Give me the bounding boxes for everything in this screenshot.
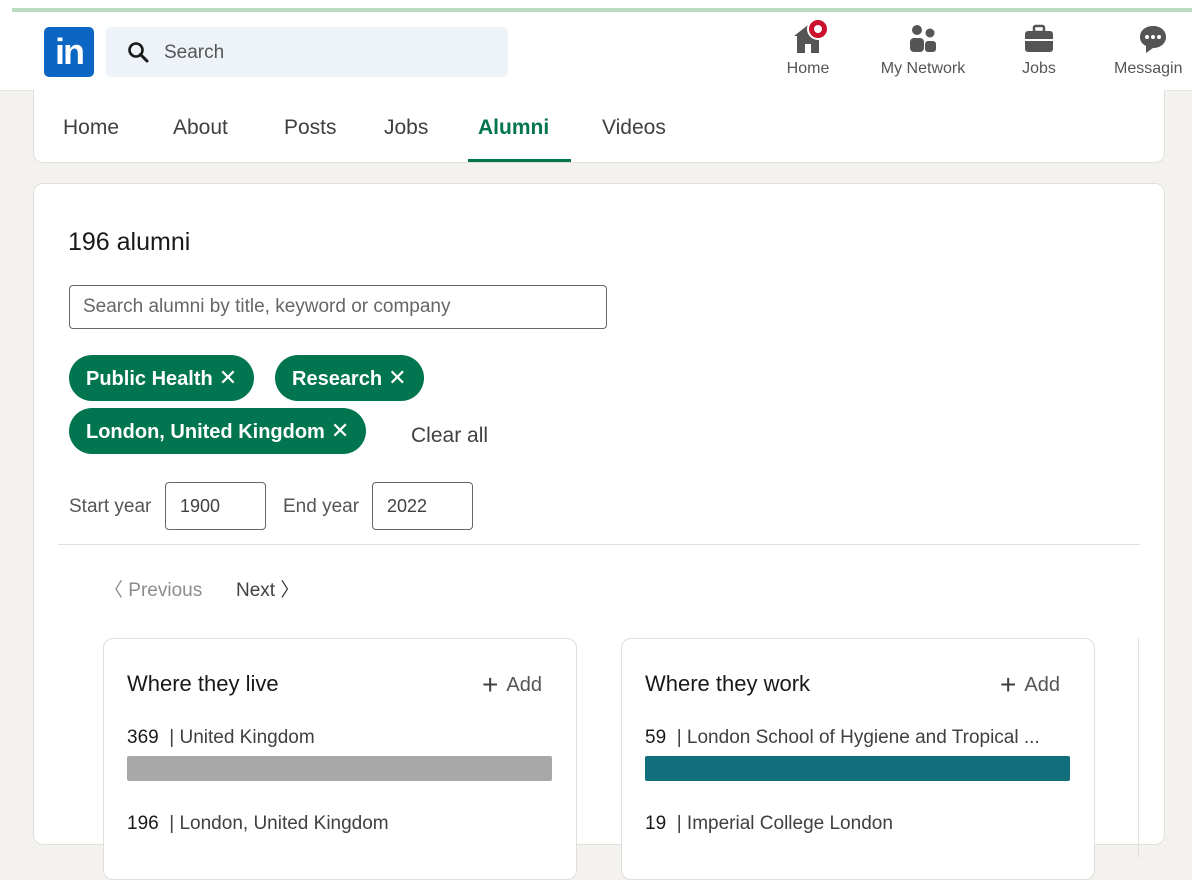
tab-home[interactable]: Home [63,90,119,162]
nav-label-my-network: My Network [880,60,966,77]
add-label: Add [1024,674,1060,696]
chevron-right-icon: 〉 [280,580,300,601]
add-insight-button[interactable]: + Add [482,669,542,701]
briefcase-icon [1022,22,1056,56]
start-year-input[interactable] [165,482,266,530]
add-insight-button[interactable]: + Add [1000,669,1060,701]
insight-bar[interactable] [645,756,1070,781]
previous-button[interactable]: 〈 Previous [104,575,202,602]
nav-label-home: Home [786,60,830,77]
close-icon[interactable]: ✕ [331,418,349,443]
row-label: London School of Hygiene and Tropical ..… [686,727,1040,748]
nav-item-my-network[interactable]: My Network [874,22,972,86]
tab-posts[interactable]: Posts [284,90,337,162]
insight-bar[interactable] [127,756,552,781]
plus-icon: + [482,669,499,700]
close-icon[interactable]: ✕ [219,365,237,390]
global-nav: in Search Home My Network Jobs Messagin [0,14,1192,91]
insight-row[interactable]: 19 | Imperial College London [645,813,893,835]
network-icon [906,22,940,56]
notification-badge [807,18,829,40]
linkedin-logo[interactable]: in [44,27,94,77]
page-tabs: Home About Posts Jobs Alumni Videos [33,90,1165,163]
filter-chip-label: London, United Kingdom [86,421,325,443]
tab-about[interactable]: About [173,90,228,162]
messaging-icon [1136,22,1170,56]
chevron-left-icon: 〈 [104,580,124,601]
insight-card-where-they-work: Where they work + Add 59 | London School … [621,638,1095,880]
insight-title: Where they live [127,671,279,696]
next-label: Next [236,580,276,601]
start-year-label: Start year [69,496,152,517]
alumni-count: 196 alumni [68,228,191,256]
row-label: United Kingdom [179,727,315,748]
carousel-edge [1138,638,1139,858]
filter-chip-label: Research [292,368,383,390]
nav-item-messaging[interactable]: Messagin [1112,22,1192,86]
nav-item-jobs[interactable]: Jobs [1014,22,1064,86]
close-icon[interactable]: ✕ [388,365,406,390]
filter-chip-public-health[interactable]: Public Health ✕ [69,355,255,401]
insight-card-where-they-live: Where they live + Add 369 | United Kingdo… [103,638,577,880]
tab-alumni[interactable]: Alumni [467,90,572,162]
nav-label-messaging: Messagin [1114,60,1183,77]
filter-chip-label: Public Health [86,368,213,390]
previous-label: Previous [128,580,203,601]
clear-all-button[interactable]: Clear all [411,424,488,448]
divider [58,544,1140,545]
row-count: 59 [645,727,667,748]
global-search-placeholder: Search [164,42,225,63]
end-year-label: End year [283,496,360,517]
filter-chip-london[interactable]: London, United Kingdom ✕ [69,408,367,454]
insight-row[interactable]: 59 | London School of Hygiene and Tropic… [645,727,1040,749]
insight-title: Where they work [645,671,811,696]
alumni-search-input[interactable] [69,285,607,329]
alumni-card: 196 alumni Public Health✕ Research✕ Lond… [33,183,1165,880]
tab-jobs[interactable]: Jobs [384,90,428,162]
home-icon [791,18,829,56]
nav-item-home[interactable]: Home [780,18,836,86]
search-icon [128,42,149,63]
plus-icon: + [1000,669,1017,700]
next-button[interactable]: Next 〉 [236,575,299,602]
tab-videos[interactable]: Videos [602,90,666,162]
top-accent-line [12,8,1192,12]
nav-label-jobs: Jobs [1022,60,1056,77]
end-year-input[interactable] [372,482,473,530]
insight-row[interactable]: 369 | United Kingdom [127,727,315,749]
add-label: Add [506,674,542,696]
filter-chip-research[interactable]: Research ✕ [275,355,424,401]
insight-row[interactable]: 196 | London, United Kingdom [127,813,389,835]
top-strip [0,0,1192,14]
global-search-box[interactable]: Search [106,27,508,77]
row-count: 369 [127,727,159,748]
